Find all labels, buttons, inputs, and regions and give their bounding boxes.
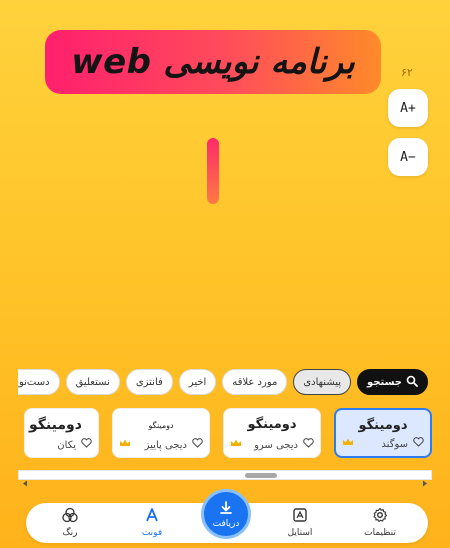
search-chip[interactable]: جستجو (357, 369, 428, 395)
font-preview: دومینگو (29, 417, 82, 433)
font-card[interactable]: دومینگو دیجی سرو (223, 408, 321, 458)
font-preview: دومینگو (247, 417, 297, 432)
horizontal-scrollbar[interactable] (18, 470, 432, 487)
search-chip-label: جستجو (367, 376, 402, 388)
download-icon (218, 500, 234, 519)
nav-settings[interactable]: تنظیمات (350, 507, 410, 538)
font-name: یکان (57, 440, 76, 451)
nav-style[interactable]: استایل (270, 507, 330, 538)
font-icon (122, 507, 182, 526)
gear-icon (350, 507, 410, 526)
font-list: دومینگو سوگند دومینگو دیجی سرو دومینگو د… (18, 408, 432, 460)
text-size-value: ۶۲ (401, 66, 413, 79)
font-preview: دومینگو (148, 421, 174, 430)
banner-text: برنامه نویسی web (71, 42, 355, 82)
crown-icon (119, 433, 131, 452)
chip-recent[interactable]: اخیر (178, 369, 217, 395)
nav-settings-label: تنظیمات (364, 528, 396, 538)
font-card[interactable]: دومینگو سوگند (334, 408, 432, 458)
heart-icon[interactable] (81, 433, 92, 452)
download-button[interactable]: دریافت (201, 489, 251, 539)
heart-icon[interactable] (413, 432, 424, 451)
chip-fantasy[interactable]: فانتزی (125, 369, 173, 395)
font-name: دیجی پاییز (144, 440, 187, 451)
download-label: دریافت (212, 518, 240, 529)
font-preview: دومینگو (358, 418, 408, 433)
chip-nastaliq[interactable]: نستعلیق (65, 369, 120, 395)
nav-style-label: استایل (287, 528, 313, 538)
nav-color-label: رنگ (62, 528, 78, 538)
chip-handwriting[interactable]: دست‌نویس (18, 369, 60, 395)
crown-icon (342, 432, 354, 451)
color-palette-icon (40, 507, 100, 526)
nav-font-label: فونت (141, 528, 163, 538)
font-name: سوگند (381, 439, 408, 450)
nav-font[interactable]: فونت (122, 507, 182, 538)
search-icon (406, 375, 418, 390)
nav-color[interactable]: رنگ (40, 507, 100, 538)
chip-favorites[interactable]: مورد علاقه (222, 369, 288, 395)
increase-size-button[interactable]: A+ (388, 89, 428, 127)
font-filter-bar: جستجو پیشنهادی مورد علاقه اخیر فانتزی نس… (18, 369, 428, 397)
chip-suggested[interactable]: پیشنهادی (293, 369, 352, 395)
font-card[interactable]: دومینگو دیجی پاییز (112, 408, 210, 458)
crown-icon (230, 433, 242, 452)
scrollbar-thumb[interactable] (245, 473, 277, 478)
heart-icon[interactable] (303, 433, 314, 452)
decrease-size-button[interactable]: A− (388, 138, 428, 176)
style-icon (270, 507, 330, 526)
scroll-right-icon[interactable] (422, 472, 428, 491)
font-card[interactable]: دومینگو یکان (24, 408, 99, 458)
font-name: دیجی سرو (254, 440, 298, 451)
text-preview-banner: برنامه نویسی web (45, 30, 381, 94)
scroll-left-icon[interactable] (22, 472, 28, 491)
text-cursor (207, 138, 219, 204)
heart-icon[interactable] (192, 433, 203, 452)
